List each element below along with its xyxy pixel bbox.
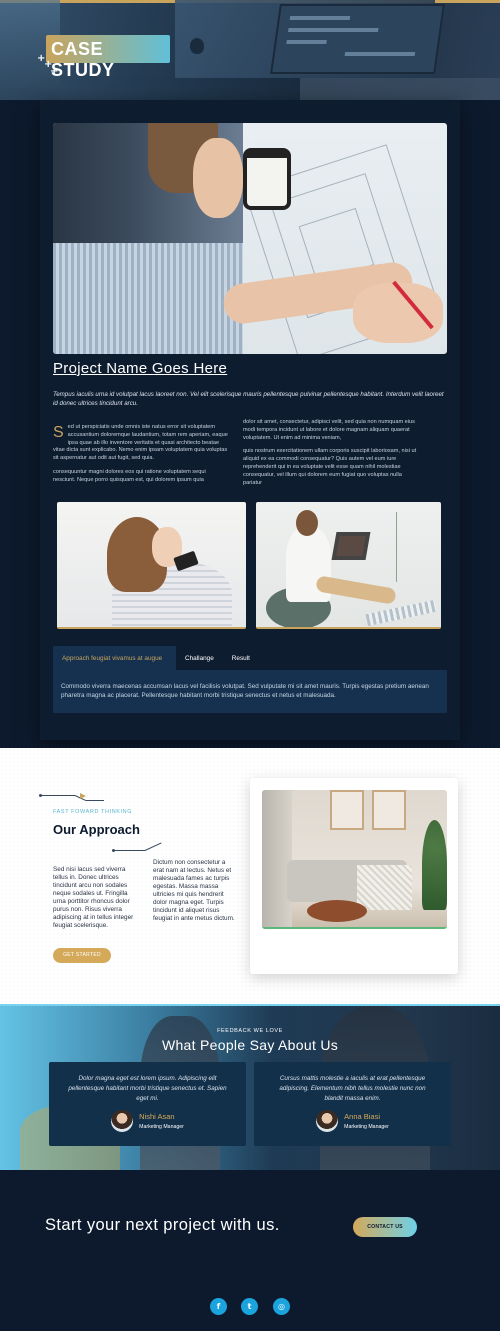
approach-title: Our Approach (53, 822, 140, 837)
project-intro: Tempus iaculis urna id volutpat lacus la… (53, 391, 444, 407)
deco-line (86, 800, 104, 801)
apple-logo-icon (190, 38, 204, 54)
project-column-right: dolor sit amet, consectetur, adipisci ve… (243, 419, 420, 493)
hero-banner: CASE STUDY + + + (0, 0, 500, 100)
deco-line (115, 850, 145, 851)
deco-line (40, 795, 75, 796)
author-name: Nishi Asan (139, 1112, 175, 1121)
contact-us-button[interactable]: CONTACT US (353, 1217, 417, 1237)
author-role: Marketing Manager (344, 1124, 389, 1130)
hero-desk (300, 78, 500, 100)
testimonial-author: Anna Biasi Marketing Manager (254, 1110, 451, 1132)
tab-challange[interactable]: Challange (176, 646, 223, 670)
tab-result[interactable]: Result (223, 646, 259, 670)
deco-dot (112, 849, 115, 852)
project-paragraph: consequuntur magni dolores eos qui ratio… (53, 468, 206, 483)
phone-user-photo (57, 502, 246, 629)
play-triangle-icon (80, 793, 86, 799)
project-paragraph: dolor sit amet, consectetur, adipisci ve… (243, 419, 415, 441)
facebook-icon[interactable]: f (210, 1298, 227, 1315)
instagram-icon[interactable]: ◎ (273, 1298, 290, 1315)
avatar (111, 1110, 134, 1132)
testimonial-card: Cursus mattis molestie a iaculis at erat… (254, 1062, 451, 1146)
project-title[interactable]: Project Name Goes Here (53, 360, 227, 377)
approach-column-left: Sed nisi lacus sed viverra tellus in. Do… (53, 866, 134, 929)
testimonials-kicker: FEEDBACK WE LOVE (217, 1028, 283, 1034)
plus-icon: + (50, 66, 59, 77)
approach-kicker: FAST FOWARD THINKING (53, 809, 133, 815)
project-tabs: Approach feugiat vivamus at augue Challa… (53, 646, 447, 670)
twitter-icon[interactable]: t (241, 1298, 258, 1315)
cta-title: Start your next project with us. (45, 1216, 280, 1234)
testimonials-title: What People Say About Us (161, 1037, 339, 1053)
testimonial-author: Nishi Asan Marketing Manager (49, 1110, 246, 1132)
main-project-photo (53, 123, 447, 354)
living-room-photo (262, 790, 447, 929)
author-name: Anna Biasi (344, 1112, 380, 1121)
project-paragraph: quis nostrum exercitationem ullam corpor… (243, 448, 417, 486)
approach-column-right: Dictum non consectetur a erat nam at lec… (153, 859, 235, 922)
testimonial-card: Dolor magna eget est lorem ipsum. Adipis… (49, 1062, 246, 1146)
testimonial-quote: Dolor magna eget est lorem ipsum. Adipis… (68, 1075, 227, 1102)
testimonial-quote: Cursus mattis molestie a iaculis at erat… (279, 1075, 426, 1102)
project-column-left: Sed ut perspiciatis unde omnis iste natu… (53, 424, 228, 491)
project-paragraph: ed ut perspiciatis unde omnis iste natus… (53, 424, 228, 462)
tab-approach[interactable]: Approach feugiat vivamus at augue (53, 646, 176, 670)
laptop-user-photo (256, 502, 441, 629)
dropcap: S (53, 424, 64, 441)
get-started-button[interactable]: GET STARTED (53, 948, 111, 963)
case-study-badge: CASE STUDY (46, 35, 170, 80)
hero-screen (270, 4, 445, 74)
case-study-label: CASE STUDY (51, 39, 115, 80)
avatar (316, 1110, 339, 1132)
deco-dot (39, 794, 42, 797)
tab-panel: Commodo viverra maecenas accumsan lacus … (53, 670, 447, 713)
author-role: Marketing Manager (139, 1124, 184, 1130)
